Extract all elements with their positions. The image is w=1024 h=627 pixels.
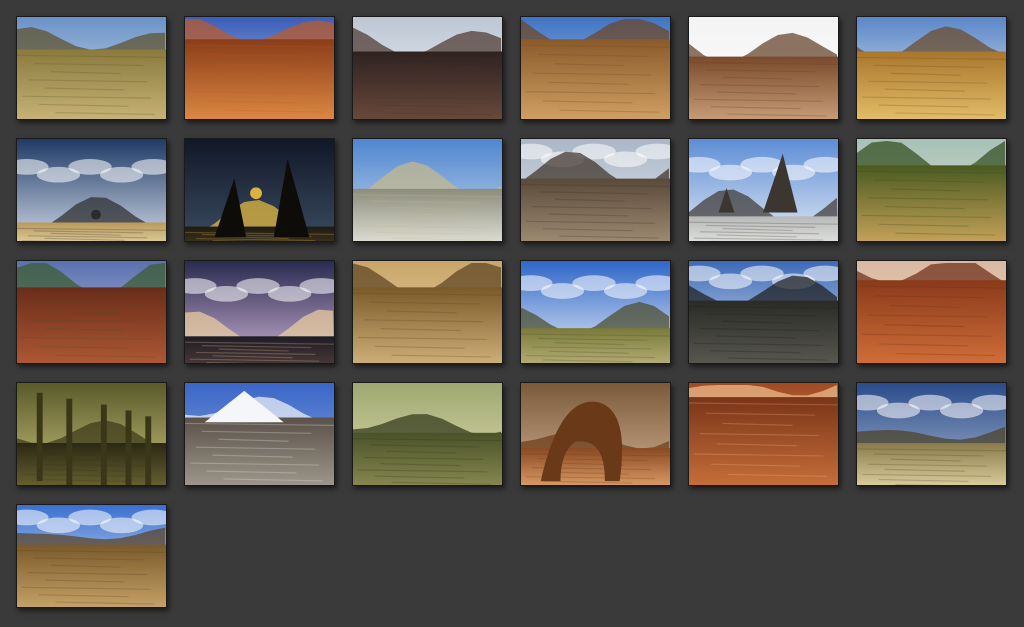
landscape-image [689,383,838,485]
landscape-image [17,17,166,119]
thumbnail-sand-haze[interactable] [352,260,503,364]
thumbnail-dark-flat[interactable] [688,260,839,364]
landscape-image [521,261,670,363]
landscape-image [17,261,166,363]
thumbnail-layered-canyon[interactable] [688,382,839,486]
thumbnail-sea-stack[interactable] [688,138,839,242]
thumbnail-desert-hill[interactable] [16,16,167,120]
landscape-image [857,261,1006,363]
image-gallery [16,16,1008,608]
landscape-image [185,17,334,119]
thumbnail-red-canyon[interactable] [184,16,335,120]
thumbnail-dark-canyon[interactable] [352,16,503,120]
thumbnail-boulder-field[interactable] [520,138,671,242]
thumbnail-cliff-sun[interactable] [688,16,839,120]
landscape-image [857,383,1006,485]
landscape-image [689,139,838,241]
thumbnail-cloud-plateau[interactable] [520,260,671,364]
landscape-image [353,17,502,119]
landscape-image [17,139,166,241]
landscape-image [353,261,502,363]
landscape-image [689,261,838,363]
thumbnail-green-hill[interactable] [352,382,503,486]
landscape-image [353,383,502,485]
thumbnail-pebble-plain[interactable] [856,382,1007,486]
landscape-image [521,139,670,241]
thumbnail-lone-tree-plain[interactable] [16,138,167,242]
landscape-image [521,383,670,485]
landscape-image [857,139,1006,241]
landscape-image [353,139,502,241]
landscape-image [185,139,334,241]
thumbnail-cloud-desert[interactable] [16,504,167,608]
thumbnail-snow-peak[interactable] [184,382,335,486]
landscape-image [689,17,838,119]
landscape-image [185,383,334,485]
thumbnail-green-dunes[interactable] [856,138,1007,242]
thumbnail-sand-plain[interactable] [520,16,671,120]
thumbnail-stone-arch[interactable] [520,382,671,486]
thumbnail-red-mountains[interactable] [16,260,167,364]
thumbnail-red-desert[interactable] [856,260,1007,364]
thumbnail-rock-spires-fog[interactable] [16,382,167,486]
landscape-image [521,17,670,119]
thumbnail-dune-mountain[interactable] [856,16,1007,120]
thumbnail-night-rock[interactable] [184,138,335,242]
thumbnail-rocky-valley[interactable] [352,138,503,242]
landscape-image [185,261,334,363]
landscape-image [857,17,1006,119]
thumbnail-dusk-clouds[interactable] [184,260,335,364]
landscape-image [17,383,166,485]
landscape-image [17,505,166,607]
